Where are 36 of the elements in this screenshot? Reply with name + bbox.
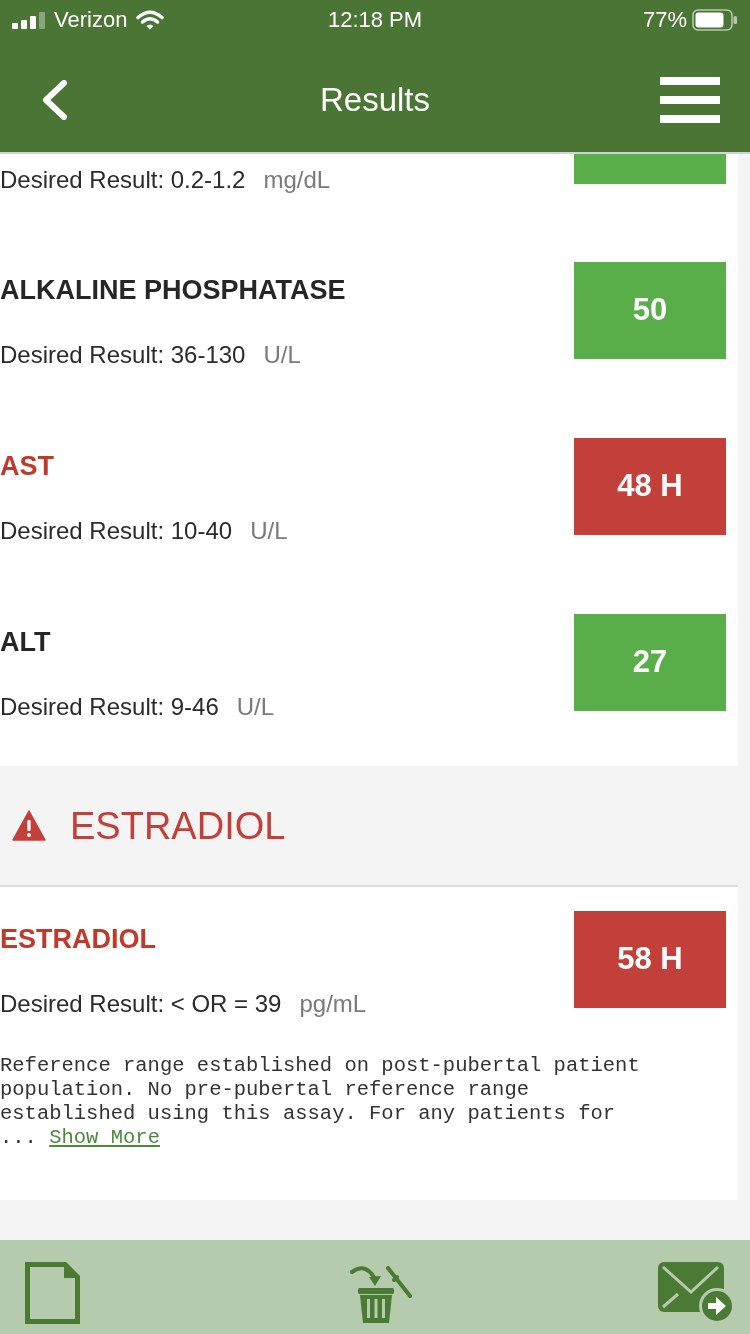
desired-range: Desired Result: 10-40 (0, 516, 233, 546)
desired-range: Desired Result: 36-130 (0, 340, 246, 370)
menu-icon (660, 77, 720, 123)
result-value-tile: 48 H (574, 438, 726, 535)
result-value-tile: 50 (574, 262, 726, 359)
battery-percent: 77% (642, 7, 687, 33)
wifi-icon (136, 10, 165, 30)
test-name: ALT (0, 626, 51, 658)
result-value-tile: 58 H (574, 911, 726, 1008)
test-name: ESTRADIOL (0, 923, 156, 955)
document-icon (25, 1262, 80, 1324)
carrier-name: Verizon (54, 7, 128, 33)
email-button[interactable] (658, 1262, 735, 1324)
battery-icon (692, 9, 738, 31)
unit-label: pg/mL (299, 989, 367, 1019)
back-button[interactable] (40, 80, 68, 120)
unit-label: U/L (236, 692, 275, 722)
test-name: ALKALINE PHOSPHATASE (0, 274, 346, 306)
show-more-link[interactable]: Show More (49, 1126, 160, 1149)
document-button[interactable] (25, 1262, 80, 1324)
send-mail-icon (658, 1262, 735, 1324)
section-title: ESTRADIOL (70, 803, 286, 848)
test-name: AST (0, 450, 54, 482)
desired-range: Desired Result: 9-46 (0, 692, 219, 722)
unit-label: U/L (250, 516, 288, 546)
unit-label: mg/dL (263, 165, 331, 195)
signal-icon (12, 11, 45, 29)
chevron-left-icon (40, 80, 68, 120)
reference-note: Reference range established on post-pubertal patient population. No pre-pubertal reference range established using this assay. For any patients for ... Show More (0, 1054, 641, 1150)
screen-title: Results (319, 80, 430, 120)
clock-time: 12:18 PM (326, 7, 424, 33)
unit-label: U/L (263, 340, 301, 370)
desired-range: Desired Result: 0.2-1.2 (0, 165, 246, 195)
menu-button[interactable] (660, 77, 720, 123)
result-value-tile: 27 (574, 614, 726, 711)
desired-range: Desired Result: < OR = 39 (0, 989, 282, 1019)
